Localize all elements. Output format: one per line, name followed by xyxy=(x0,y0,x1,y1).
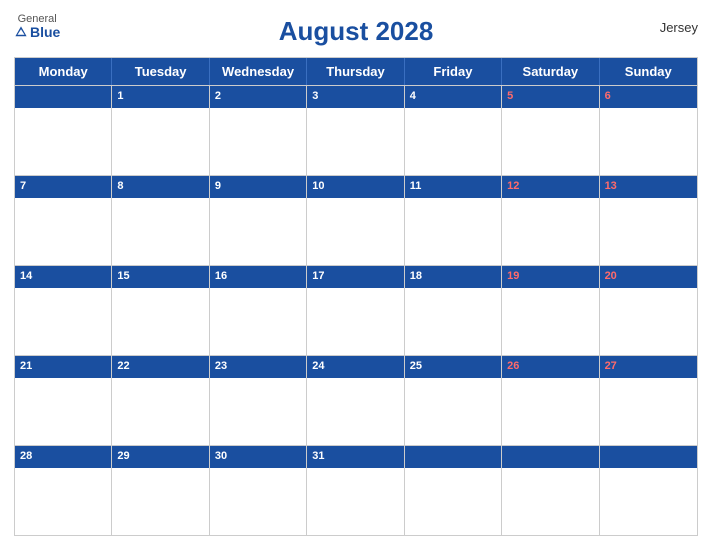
week-row-2: 7 8 9 10 11 12 13 xyxy=(15,175,697,265)
day-cell-2-5: 11 xyxy=(405,176,502,265)
day-cell-1-2: 1 xyxy=(112,86,209,175)
day-number-16: 16 xyxy=(215,270,227,282)
header-monday: Monday xyxy=(15,58,112,85)
day-cell-2-6: 12 xyxy=(502,176,599,265)
day-number-21: 21 xyxy=(20,360,32,372)
day-headers-row: Monday Tuesday Wednesday Thursday Friday… xyxy=(15,58,697,85)
day-cell-2-7: 13 xyxy=(600,176,697,265)
header-wednesday: Wednesday xyxy=(210,58,307,85)
logo-blue-area: Blue xyxy=(14,25,60,39)
day-cell-4-7: 27 xyxy=(600,356,697,445)
day-number-8: 8 xyxy=(117,180,123,192)
header-saturday: Saturday xyxy=(502,58,599,85)
day-number-2: 2 xyxy=(215,90,221,102)
calendar-weeks: 1234567891011121314151617181920212223242… xyxy=(15,85,697,535)
header-friday: Friday xyxy=(405,58,502,85)
day-number-1: 1 xyxy=(117,90,123,102)
day-cell-3-4: 17 xyxy=(307,266,404,355)
day-cell-4-1: 21 xyxy=(15,356,112,445)
day-number-31: 31 xyxy=(312,450,324,462)
calendar-container: General Blue August 2028 Jersey Monday T… xyxy=(0,0,712,550)
day-cell-4-4: 24 xyxy=(307,356,404,445)
day-cell-1-3: 2 xyxy=(210,86,307,175)
day-number-19: 19 xyxy=(507,270,519,282)
day-number-7: 7 xyxy=(20,180,26,192)
day-number-11: 11 xyxy=(410,180,422,192)
day-number-10: 10 xyxy=(312,180,324,192)
day-number-6: 6 xyxy=(605,90,611,102)
day-cell-1-7: 6 xyxy=(600,86,697,175)
day-cell-3-5: 18 xyxy=(405,266,502,355)
day-number-30: 30 xyxy=(215,450,227,462)
day-cell-2-4: 10 xyxy=(307,176,404,265)
day-number-4: 4 xyxy=(410,90,416,102)
region-label: Jersey xyxy=(660,20,698,35)
day-cell-5-7 xyxy=(600,446,697,535)
day-cell-5-2: 29 xyxy=(112,446,209,535)
day-number-23: 23 xyxy=(215,360,227,372)
week-row-1: 1 2 3 4 5 6 xyxy=(15,85,697,175)
day-number-29: 29 xyxy=(117,450,129,462)
day-cell-1-6: 5 xyxy=(502,86,599,175)
day-cell-2-2: 8 xyxy=(112,176,209,265)
day-number-26: 26 xyxy=(507,360,519,372)
day-number-20: 20 xyxy=(605,270,617,282)
day-cell-1-1 xyxy=(15,86,112,175)
day-cell-3-2: 15 xyxy=(112,266,209,355)
week-row-4: 21 22 23 24 25 26 27 xyxy=(15,355,697,445)
week-row-5: 28 29 30 31 xyxy=(15,445,697,535)
day-cell-3-3: 16 xyxy=(210,266,307,355)
day-number-17: 17 xyxy=(312,270,324,282)
week-row-3: 14 15 16 17 18 19 20 xyxy=(15,265,697,355)
header-sunday: Sunday xyxy=(600,58,697,85)
calendar-grid: Monday Tuesday Wednesday Thursday Friday… xyxy=(14,57,698,536)
day-number-14: 14 xyxy=(20,270,32,282)
day-number-27: 27 xyxy=(605,360,617,372)
day-cell-3-1: 14 xyxy=(15,266,112,355)
calendar-header: General Blue August 2028 Jersey xyxy=(14,10,698,51)
day-number-18: 18 xyxy=(410,270,422,282)
day-cell-2-3: 9 xyxy=(210,176,307,265)
day-cell-5-5 xyxy=(405,446,502,535)
day-number-3: 3 xyxy=(312,90,318,102)
day-cell-4-5: 25 xyxy=(405,356,502,445)
day-number-15: 15 xyxy=(117,270,129,282)
day-cell-3-7: 20 xyxy=(600,266,697,355)
day-number-12: 12 xyxy=(507,180,519,192)
day-number-13: 13 xyxy=(605,180,617,192)
day-number-5: 5 xyxy=(507,90,513,102)
logo-blue-text: Blue xyxy=(30,25,60,39)
day-cell-3-6: 19 xyxy=(502,266,599,355)
day-cell-4-3: 23 xyxy=(210,356,307,445)
logo-icon xyxy=(14,25,28,39)
day-number-24: 24 xyxy=(312,360,324,372)
day-cell-1-5: 4 xyxy=(405,86,502,175)
calendar-title: August 2028 xyxy=(279,16,434,47)
day-number-28: 28 xyxy=(20,450,32,462)
day-cell-4-6: 26 xyxy=(502,356,599,445)
day-number-25: 25 xyxy=(410,360,422,372)
day-cell-5-3: 30 xyxy=(210,446,307,535)
day-cell-2-1: 7 xyxy=(15,176,112,265)
logo: General Blue xyxy=(14,14,60,39)
header-thursday: Thursday xyxy=(307,58,404,85)
day-number-9: 9 xyxy=(215,180,221,192)
day-cell-1-4: 3 xyxy=(307,86,404,175)
day-cell-5-6 xyxy=(502,446,599,535)
day-cell-4-2: 22 xyxy=(112,356,209,445)
header-tuesday: Tuesday xyxy=(112,58,209,85)
day-cell-5-1: 28 xyxy=(15,446,112,535)
day-number-22: 22 xyxy=(117,360,129,372)
day-cell-5-4: 31 xyxy=(307,446,404,535)
